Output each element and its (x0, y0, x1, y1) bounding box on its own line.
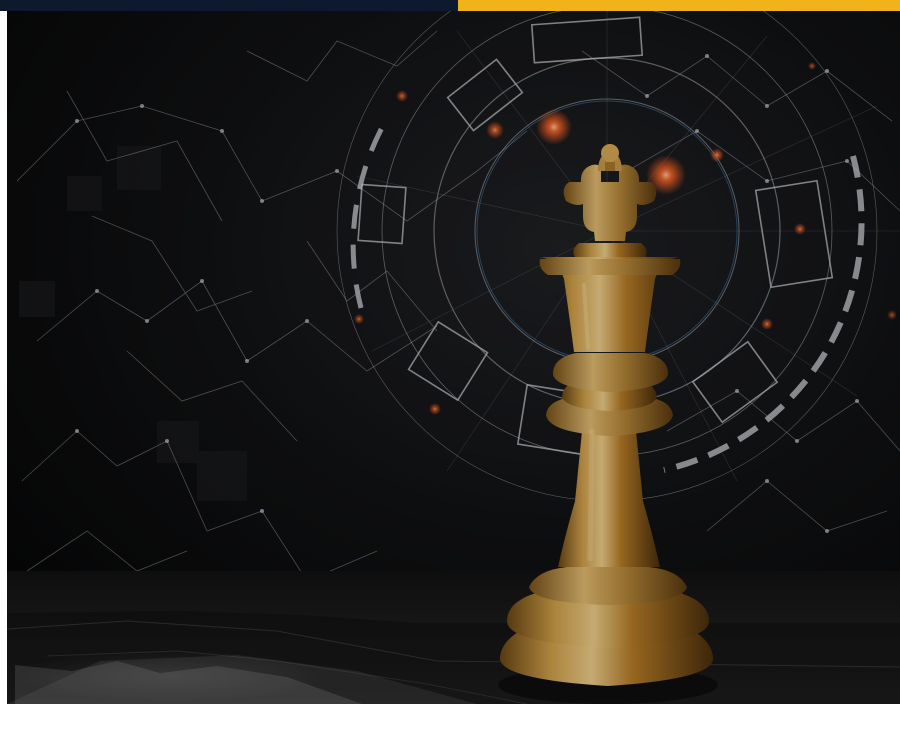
bottom-margin (0, 704, 900, 729)
page-frame (0, 0, 900, 729)
top-bar-dark-segment (0, 0, 458, 11)
top-bar-accent-segment (458, 0, 900, 11)
chess-king-illustration (7, 11, 900, 704)
left-margin (0, 11, 7, 729)
hero-image (7, 11, 900, 704)
